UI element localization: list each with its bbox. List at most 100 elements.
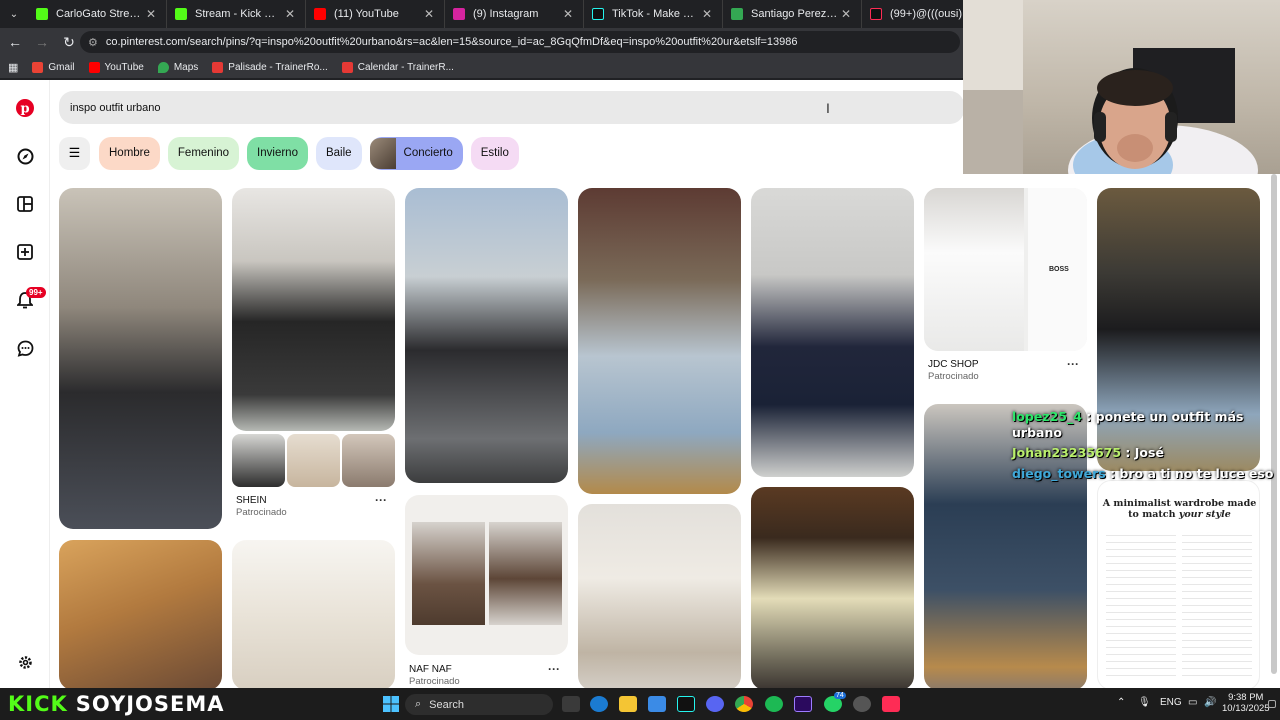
pin-thumbnail[interactable] bbox=[232, 434, 285, 487]
maps-icon bbox=[157, 61, 169, 73]
premiere-icon[interactable] bbox=[794, 696, 812, 712]
more-options-icon[interactable]: ··· bbox=[548, 662, 560, 676]
chip-label: Concierto bbox=[403, 147, 453, 159]
pin-image[interactable] bbox=[59, 188, 222, 529]
pin-image[interactable] bbox=[578, 188, 741, 494]
gmail-icon bbox=[32, 61, 44, 73]
close-icon[interactable]: ✕ bbox=[283, 7, 297, 21]
edge-icon[interactable] bbox=[590, 696, 608, 712]
chat-message: Johan23235675 : José bbox=[1012, 445, 1280, 461]
chat-message: diego_towers : bro a ti no te luce eso bbox=[1012, 466, 1280, 482]
pinterest-logo-icon[interactable]: p bbox=[15, 98, 35, 118]
clock[interactable]: 9:38 PM 10/13/2025 bbox=[1222, 692, 1270, 715]
more-options-icon[interactable]: ··· bbox=[1067, 357, 1079, 371]
bookmark-palisade[interactable]: Palisade - TrainerRo... bbox=[212, 61, 328, 73]
close-icon[interactable]: ✕ bbox=[700, 7, 714, 21]
pin-image[interactable] bbox=[405, 188, 568, 483]
close-icon[interactable]: ✕ bbox=[422, 7, 436, 21]
bookmark-youtube[interactable]: YouTube bbox=[88, 61, 144, 73]
reload-icon[interactable]: ↻ bbox=[57, 30, 81, 54]
filter-chips: ☰ Hombre Femenino Invierno Baile Concier… bbox=[59, 136, 527, 170]
pin-meta-jdcshop: JDC SHOP Patrocinado bbox=[928, 359, 979, 382]
notifications-center-icon[interactable] bbox=[1268, 700, 1276, 708]
tab-title: (11) YouTube bbox=[334, 8, 399, 20]
chat-text: : José bbox=[1125, 445, 1164, 461]
tray-overflow-icon[interactable]: ⌃ bbox=[1117, 697, 1125, 708]
chat-username: diego_towers bbox=[1012, 465, 1106, 481]
chip-femenino[interactable]: Femenino bbox=[167, 136, 240, 170]
chrome-icon[interactable] bbox=[735, 696, 753, 712]
filter-icon[interactable]: ☰ bbox=[59, 136, 90, 170]
tab-1[interactable]: CarloGato Stream - Watch✕ bbox=[28, 0, 167, 28]
chip-estilo[interactable]: Estilo bbox=[470, 136, 519, 170]
taskbar-search[interactable]: ⌕ Search bbox=[405, 694, 553, 715]
tab-search-button[interactable]: ⌄ bbox=[0, 0, 28, 28]
chip-baile[interactable]: Baile bbox=[315, 136, 362, 170]
checklist-right bbox=[1182, 529, 1252, 679]
tab-2[interactable]: Stream - Kick Dashboard✕ bbox=[167, 0, 306, 28]
chip-invierno[interactable]: Invierno bbox=[247, 136, 308, 170]
chip-label: Baile bbox=[325, 147, 352, 159]
site-info-icon[interactable]: ⚙ bbox=[88, 36, 98, 49]
bookmark-calendar[interactable]: Calendar - TrainerR... bbox=[341, 61, 454, 73]
pin-image[interactable] bbox=[232, 540, 395, 688]
obs-icon[interactable] bbox=[853, 696, 871, 712]
bookmark-label: Calendar - TrainerR... bbox=[357, 61, 454, 73]
apps-grid-icon[interactable]: ▦ bbox=[8, 61, 18, 74]
tab-5[interactable]: TikTok - Make Your Day✕ bbox=[584, 0, 723, 28]
microphone-icon[interactable]: 🎙 bbox=[1138, 697, 1151, 708]
chip-hombre[interactable]: Hombre bbox=[99, 136, 160, 170]
network-icon[interactable]: ▭ bbox=[1188, 697, 1197, 708]
pin-image[interactable]: BOSS bbox=[924, 188, 1087, 351]
bookmark-maps[interactable]: Maps bbox=[157, 61, 198, 73]
explore-icon[interactable] bbox=[15, 146, 35, 166]
clock-date: 10/13/2025 bbox=[1222, 703, 1270, 715]
pin-meta-shein: SHEIN Patrocinado bbox=[236, 495, 287, 518]
pin-thumbnail[interactable] bbox=[287, 434, 340, 487]
pin-image[interactable] bbox=[405, 495, 568, 655]
discord-icon[interactable] bbox=[706, 696, 724, 712]
spotify-icon[interactable] bbox=[765, 696, 783, 712]
pin-image[interactable] bbox=[751, 487, 914, 688]
instagram-icon bbox=[453, 8, 465, 20]
close-icon[interactable]: ✕ bbox=[144, 7, 158, 21]
advertiser-name[interactable]: JDC SHOP bbox=[928, 359, 979, 370]
back-icon[interactable]: ← bbox=[3, 30, 27, 54]
more-options-icon[interactable]: ··· bbox=[375, 493, 387, 507]
bookmark-label: Gmail bbox=[48, 61, 75, 73]
settings-icon[interactable] bbox=[15, 652, 35, 672]
close-icon[interactable]: ✕ bbox=[561, 7, 575, 21]
tab-title: Stream - Kick Dashboard bbox=[195, 8, 283, 20]
close-icon[interactable]: ✕ bbox=[839, 7, 853, 21]
tiktok-icon[interactable] bbox=[677, 696, 695, 712]
task-view-icon[interactable] bbox=[562, 696, 580, 712]
forward-icon[interactable]: → bbox=[30, 30, 54, 54]
pin-image[interactable] bbox=[578, 504, 741, 688]
pin-image[interactable] bbox=[751, 188, 914, 477]
messages-icon[interactable] bbox=[15, 338, 35, 358]
pin-thumbnail[interactable] bbox=[342, 434, 395, 487]
url-field[interactable]: ⚙ co.pinterest.com/search/pins/?q=inspo%… bbox=[80, 31, 960, 53]
file-explorer-icon[interactable] bbox=[619, 696, 637, 712]
boards-icon[interactable] bbox=[15, 194, 35, 214]
pin-image[interactable] bbox=[232, 188, 395, 431]
text-cursor-icon: I bbox=[826, 100, 830, 116]
advertiser-name[interactable]: NAF NAF bbox=[409, 664, 460, 675]
tab-6[interactable]: Santiago Perez, Bogotá✕ bbox=[723, 0, 862, 28]
store-icon[interactable] bbox=[648, 696, 666, 712]
pin-image[interactable]: A minimalist wardrobe made to match your… bbox=[1097, 480, 1260, 688]
windows-start-icon[interactable] bbox=[382, 696, 400, 712]
volume-icon[interactable]: 🔊 bbox=[1204, 697, 1216, 708]
tab-4[interactable]: (9) Instagram ✕ bbox=[445, 0, 584, 28]
chip-concierto[interactable]: Concierto bbox=[369, 136, 463, 170]
bookmark-gmail[interactable]: Gmail bbox=[32, 61, 75, 73]
create-icon[interactable] bbox=[15, 242, 35, 262]
tab-3[interactable]: (11) YouTube ✕ bbox=[306, 0, 445, 28]
pin-image[interactable] bbox=[59, 540, 222, 688]
search-query: inspo outfit urbano bbox=[70, 101, 161, 114]
tiktok-studio-icon[interactable] bbox=[882, 696, 900, 712]
advertiser-name[interactable]: SHEIN bbox=[236, 495, 287, 506]
taskbar-search-label: Search bbox=[429, 698, 465, 711]
language-indicator[interactable]: ENG bbox=[1160, 697, 1182, 708]
webcam-overlay bbox=[963, 0, 1280, 174]
